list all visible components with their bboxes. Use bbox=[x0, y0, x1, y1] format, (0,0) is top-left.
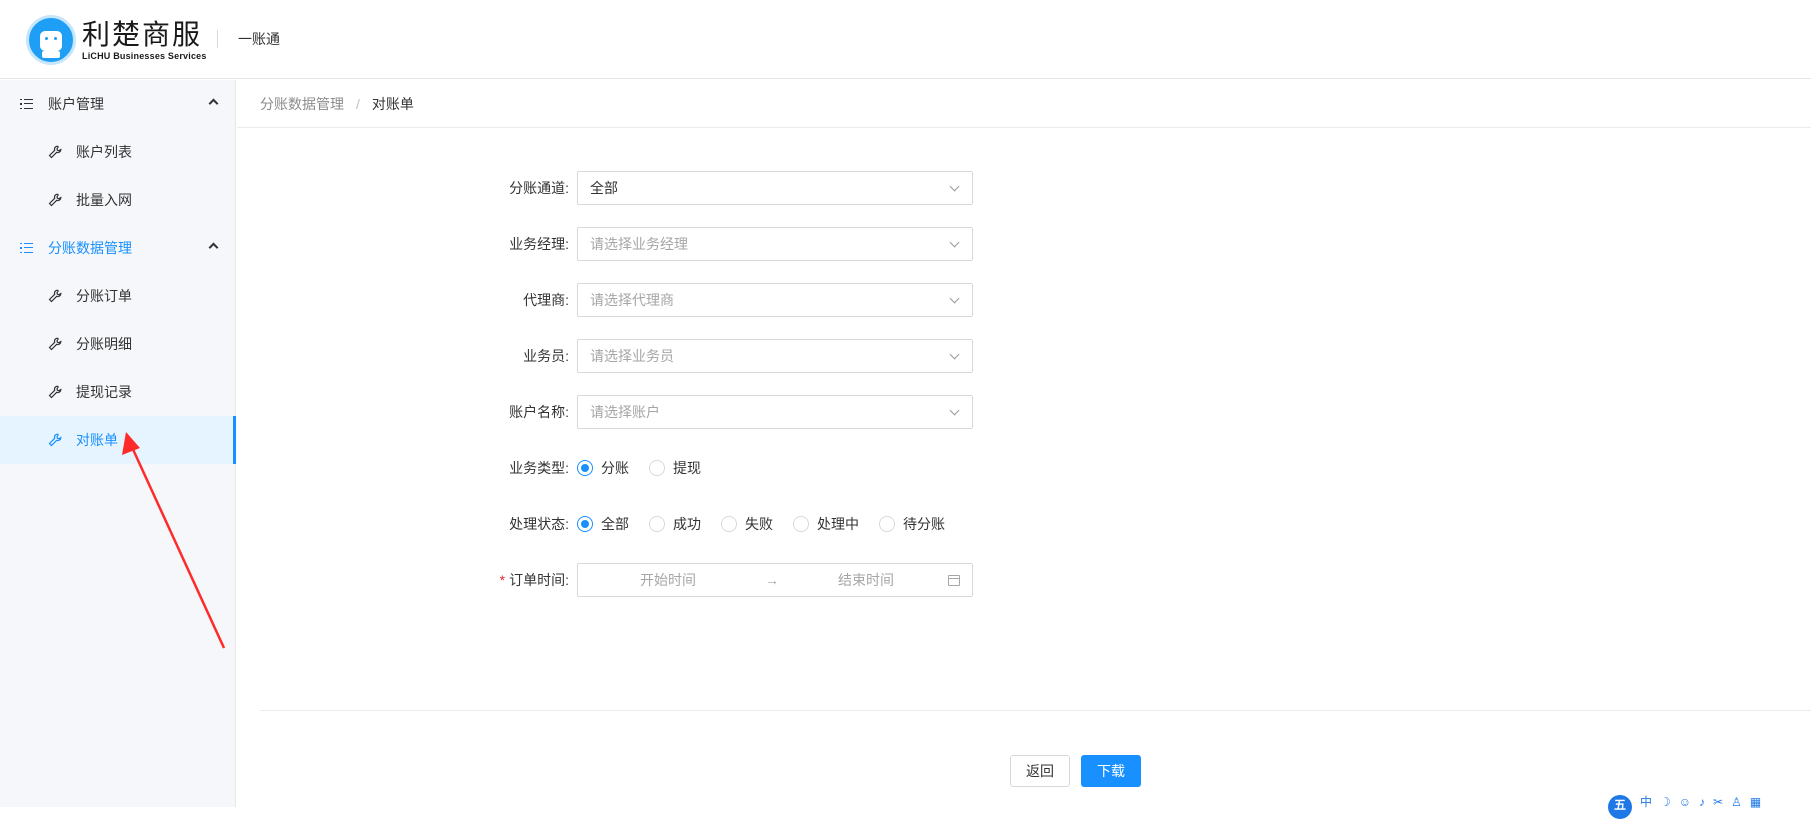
sidebar-item-label: 对账单 bbox=[76, 432, 118, 448]
brand-mascot-icon bbox=[26, 15, 76, 65]
wrench-icon bbox=[48, 337, 62, 351]
sidebar-item-account-list[interactable]: 账户列表 bbox=[0, 128, 235, 176]
radio-dot bbox=[793, 516, 809, 532]
radio-biz-type-split[interactable]: 分账 bbox=[577, 458, 629, 478]
form-label-order-time: * 订单时间: bbox=[499, 572, 569, 588]
menu-group-account-management[interactable]: 账户管理 bbox=[0, 80, 235, 128]
radio-status-processing[interactable]: 处理中 bbox=[793, 514, 859, 534]
footer-divider bbox=[260, 710, 1811, 711]
form-label-biz-type: 业务类型: bbox=[509, 460, 569, 476]
radio-status-failed[interactable]: 失败 bbox=[721, 514, 773, 534]
radio-dot bbox=[649, 516, 665, 532]
brand-logo[interactable]: 利楚商服 LiCHU Businesses Services bbox=[26, 14, 207, 66]
form-label-salesman: 业务员: bbox=[523, 348, 569, 364]
chevron-down-icon bbox=[949, 237, 960, 248]
radio-biz-type-withdraw[interactable]: 提现 bbox=[649, 458, 701, 478]
radio-dot bbox=[721, 516, 737, 532]
form-row-order-time: * 订单时间: 开始时间 → 结束时间 bbox=[470, 563, 973, 597]
breadcrumb-current: 对账单 bbox=[371, 95, 414, 112]
agent-select-placeholder: 请选择代理商 bbox=[590, 292, 674, 308]
order-time-range-picker[interactable]: 开始时间 → 结束时间 bbox=[577, 563, 973, 597]
range-arrow-icon: → bbox=[765, 572, 779, 588]
sidebar-item-label: 提现记录 bbox=[76, 384, 132, 400]
system-name: 一账通 bbox=[238, 31, 280, 47]
menu-group-label: 账户管理 bbox=[48, 96, 104, 112]
form-label-channel: 分账通道: bbox=[509, 180, 569, 196]
biz-type-radio-group: 分账 提现 bbox=[577, 458, 721, 478]
form-label-status: 处理状态: bbox=[509, 516, 569, 532]
radio-dot bbox=[577, 460, 593, 476]
download-button[interactable]: 下载 bbox=[1081, 755, 1141, 787]
calendar-icon bbox=[948, 575, 960, 586]
wrench-icon bbox=[48, 433, 62, 447]
sidebar-item-label: 账户列表 bbox=[76, 144, 132, 160]
radio-dot bbox=[879, 516, 895, 532]
ime-logo-icon[interactable]: 五 bbox=[1608, 795, 1632, 819]
radio-status-pending[interactable]: 待分账 bbox=[879, 514, 945, 534]
chevron-up-icon bbox=[208, 98, 219, 109]
list-icon bbox=[20, 242, 33, 254]
manager-select-placeholder: 请选择业务经理 bbox=[590, 236, 688, 252]
menu-group-label: 分账数据管理 bbox=[48, 240, 132, 256]
chevron-down-icon bbox=[949, 405, 960, 416]
channel-select-value: 全部 bbox=[590, 180, 618, 196]
account-select[interactable]: 请选择账户 bbox=[577, 395, 973, 429]
status-radio-group: 全部 成功 失败 处理中 待分账 bbox=[577, 514, 965, 534]
form-row-status: 处理状态: 全部 成功 失败 处理中 待分账 bbox=[470, 507, 965, 541]
form-row-channel: 分账通道: 全部 bbox=[470, 171, 973, 205]
app-header: 利楚商服 LiCHU Businesses Services 一账通 bbox=[0, 0, 1811, 79]
breadcrumb-separator: / bbox=[356, 95, 360, 112]
radio-status-success[interactable]: 成功 bbox=[649, 514, 701, 534]
agent-select[interactable]: 请选择代理商 bbox=[577, 283, 973, 317]
wrench-icon bbox=[48, 193, 62, 207]
chevron-down-icon bbox=[949, 293, 960, 304]
sidebar-item-label: 分账订单 bbox=[76, 288, 132, 304]
form-row-account: 账户名称: 请选择账户 bbox=[470, 395, 973, 429]
sidebar-item-split-details[interactable]: 分账明细 bbox=[0, 320, 235, 368]
sidebar-menu: 账户管理 账户列表 批量入网 分账数据管理 分账订单 分账明细 提现记录 对账单 bbox=[0, 80, 236, 807]
back-button[interactable]: 返回 bbox=[1010, 755, 1070, 787]
menu-group-split-data-management[interactable]: 分账数据管理 bbox=[0, 224, 235, 272]
form-row-biz-type: 业务类型: 分账 提现 bbox=[470, 451, 721, 485]
wrench-icon bbox=[48, 385, 62, 399]
wrench-icon bbox=[48, 289, 62, 303]
sidebar-item-withdraw-records[interactable]: 提现记录 bbox=[0, 368, 235, 416]
header-divider bbox=[217, 30, 218, 48]
chevron-down-icon bbox=[949, 181, 960, 192]
account-select-placeholder: 请选择账户 bbox=[590, 404, 660, 420]
radio-status-all[interactable]: 全部 bbox=[577, 514, 629, 534]
range-end-input[interactable]: 结束时间 bbox=[786, 570, 946, 590]
channel-select[interactable]: 全部 bbox=[577, 171, 973, 205]
breadcrumb: 分账数据管理 / 对账单 bbox=[237, 80, 1811, 128]
system-tray: 五 中 ☽ ☺ ♪ ✂ ♙ ▦ bbox=[1608, 795, 1761, 819]
chevron-down-icon bbox=[949, 349, 960, 360]
sidebar-item-label: 分账明细 bbox=[76, 336, 132, 352]
wrench-icon bbox=[48, 145, 62, 159]
radio-dot bbox=[577, 516, 593, 532]
form-row-manager: 业务经理: 请选择业务经理 bbox=[470, 227, 973, 261]
sidebar-item-label: 批量入网 bbox=[76, 192, 132, 208]
chevron-up-icon bbox=[208, 242, 219, 253]
form-row-agent: 代理商: 请选择代理商 bbox=[470, 283, 973, 317]
radio-dot bbox=[649, 460, 665, 476]
form-label-manager: 业务经理: bbox=[509, 236, 569, 252]
breadcrumb-parent[interactable]: 分账数据管理 bbox=[260, 94, 344, 114]
form-label-account: 账户名称: bbox=[509, 404, 569, 420]
range-start-input[interactable]: 开始时间 bbox=[578, 570, 758, 590]
manager-select[interactable]: 请选择业务经理 bbox=[577, 227, 973, 261]
required-mark: * bbox=[499, 572, 506, 588]
sidebar-item-split-orders[interactable]: 分账订单 bbox=[0, 272, 235, 320]
brand-name-cn: 利楚商服 bbox=[82, 17, 203, 51]
salesman-select[interactable]: 请选择业务员 bbox=[577, 339, 973, 373]
sidebar-item-batch-onboard[interactable]: 批量入网 bbox=[0, 176, 235, 224]
sidebar-item-statement[interactable]: 对账单 bbox=[0, 416, 236, 464]
salesman-select-placeholder: 请选择业务员 bbox=[590, 348, 674, 364]
form-label-agent: 代理商: bbox=[523, 292, 569, 308]
brand-name-en: LiCHU Businesses Services bbox=[82, 50, 207, 61]
form-row-salesman: 业务员: 请选择业务员 bbox=[470, 339, 973, 373]
list-icon bbox=[20, 98, 33, 110]
